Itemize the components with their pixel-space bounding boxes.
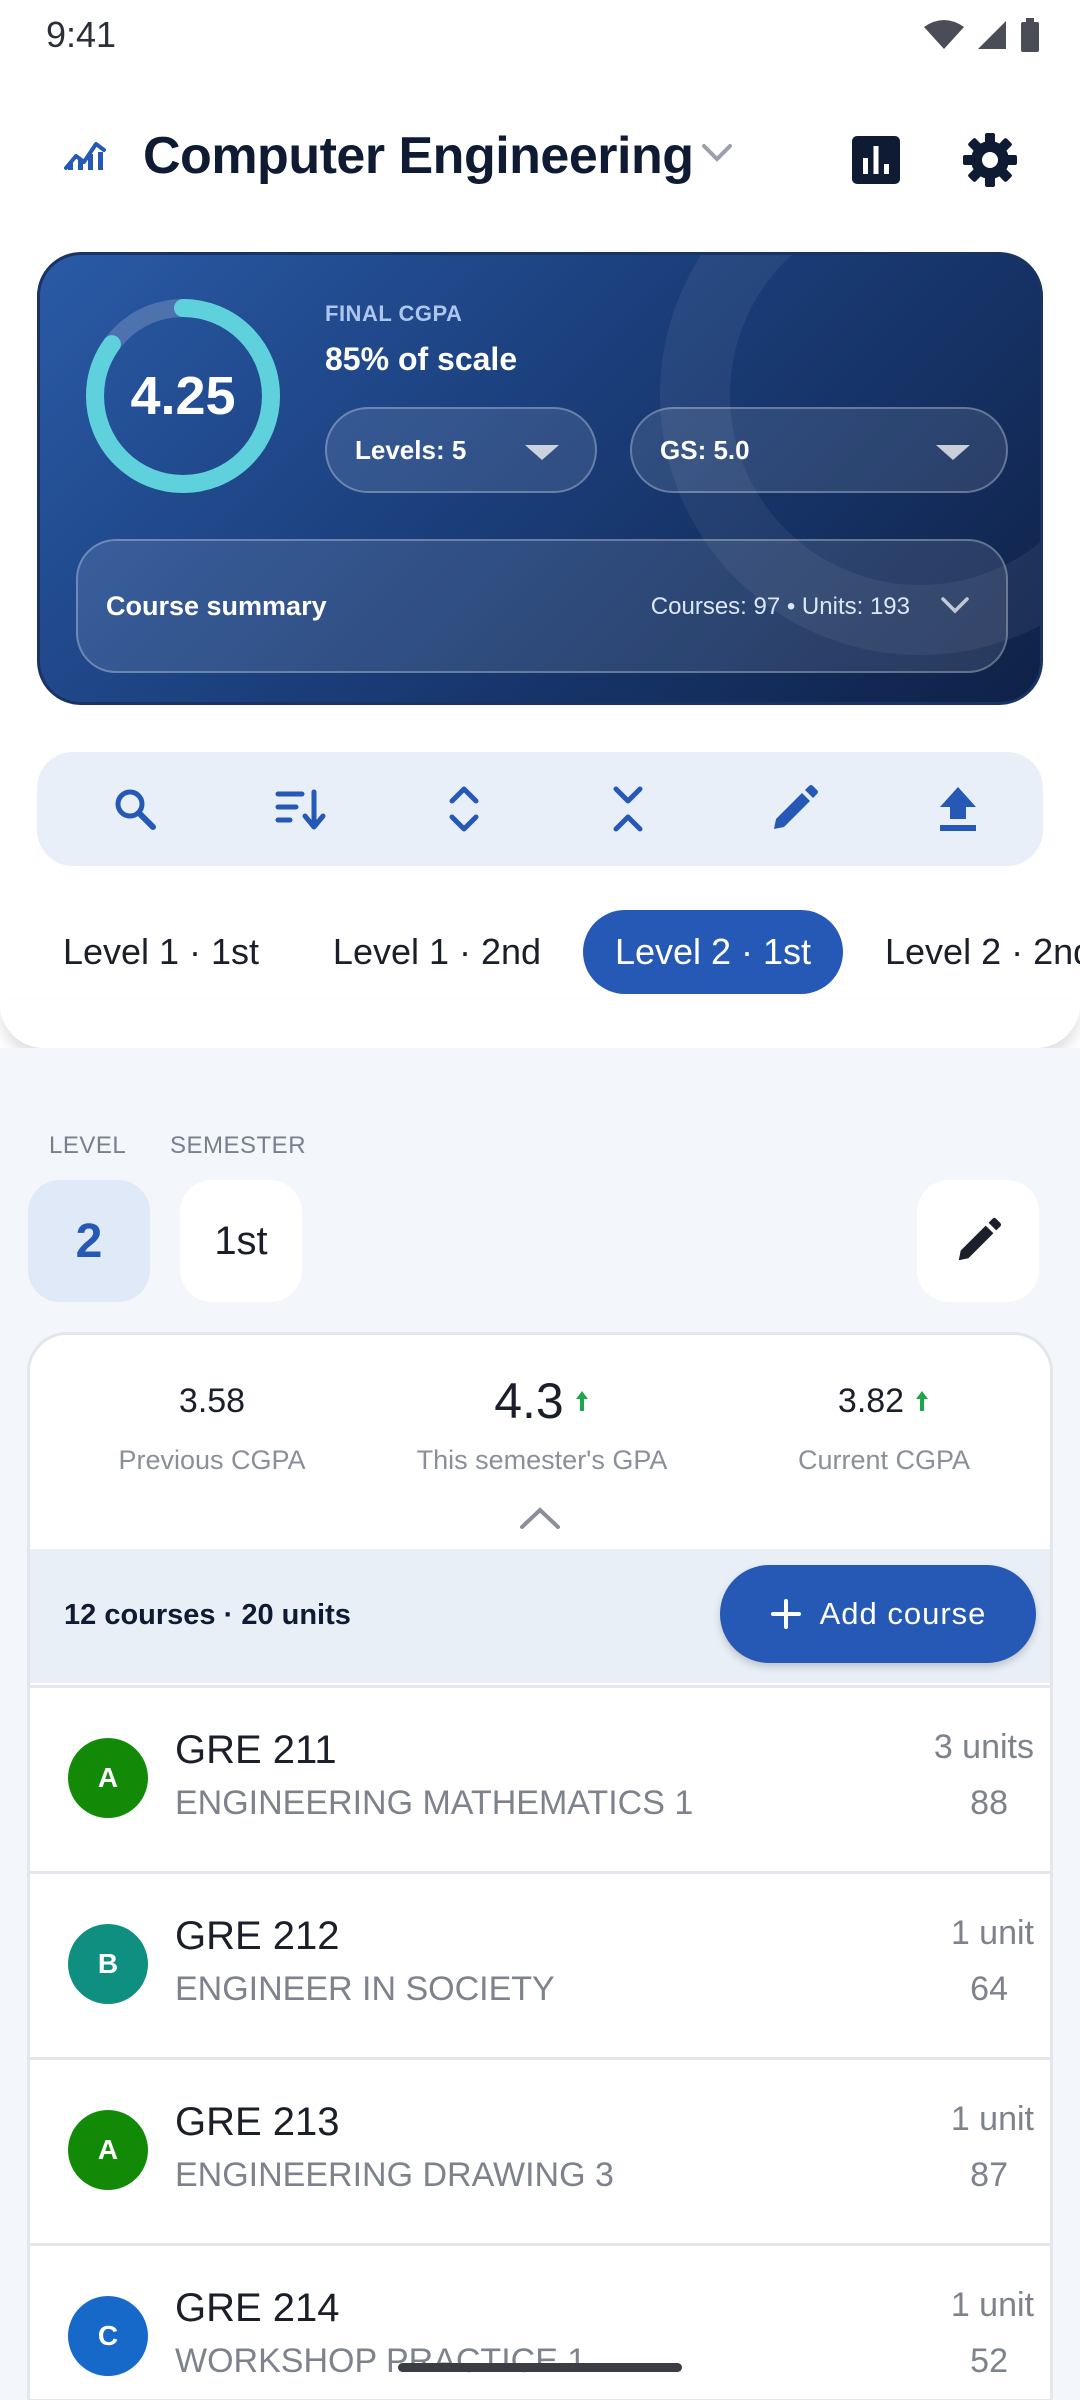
edit-button[interactable] (764, 779, 824, 839)
current-cgpa-value: 3.82 (838, 1361, 930, 1441)
course-units: 1 unit (950, 2100, 1034, 2138)
current-cgpa-label: Current CGPA (797, 1445, 971, 1475)
cgpa-summary-card: 4.25 FINAL CGPA 85% of scale Levels: 5 G… (37, 252, 1043, 705)
status-icons (924, 18, 1040, 52)
battery-icon (1021, 18, 1039, 52)
semester-label: SEMESTER (170, 1132, 307, 1159)
levels-dropdown-label: Levels: 5 (355, 434, 467, 465)
course-row[interactable]: B GRE 212 ENGINEER IN SOCIETY 1 unit 64 (30, 1871, 1050, 2053)
semester-gpa-value: 4.3 (494, 1361, 590, 1441)
tab-level-2-2nd[interactable]: Level 2 · 2nd (868, 910, 1080, 994)
level-selector[interactable]: 2 (28, 1180, 150, 1302)
course-units: 3 units (933, 1728, 1034, 1766)
course-units: 1 unit (950, 2286, 1034, 2324)
course-score: 88 (970, 1784, 1008, 1822)
course-row[interactable]: A GRE 213 ENGINEERING DRAWING 3 1 unit 8… (30, 2057, 1050, 2239)
chevron-down-icon[interactable] (700, 142, 734, 164)
course-name: ENGINEER IN SOCIETY (175, 1970, 555, 2008)
sort-button[interactable] (270, 779, 330, 839)
unfold-less-icon (613, 786, 643, 832)
semester-gpa-label: This semester's GPA (416, 1445, 668, 1475)
gear-icon (963, 133, 1017, 187)
export-button[interactable] (928, 779, 988, 839)
search-button[interactable] (105, 779, 165, 839)
collapse-all-button[interactable] (598, 779, 658, 839)
course-code: GRE 212 (175, 1914, 340, 1958)
course-score: 87 (970, 2156, 1008, 2194)
program-title[interactable]: Computer Engineering (143, 126, 694, 186)
current-cgpa-number: 3.82 (837, 1381, 905, 1420)
course-name: ENGINEERING MATHEMATICS 1 (175, 1784, 694, 1822)
levels-dropdown[interactable]: Levels: 5 (325, 407, 597, 493)
course-summary-expander[interactable]: Course summary Courses: 97 • Units: 193 (76, 539, 1008, 673)
previous-cgpa-label: Previous CGPA (118, 1445, 306, 1475)
add-course-label: Add course (819, 1596, 987, 1631)
course-code: GRE 214 (175, 2286, 340, 2330)
grade-badge: A (68, 2110, 148, 2190)
previous-cgpa-stat: 3.58 Previous CGPA (42, 1361, 382, 1476)
grading-system-label: GS: 5.0 (660, 434, 750, 465)
cgpa-value: 4.25 (130, 366, 236, 426)
search-icon (115, 789, 156, 830)
course-score: 52 (970, 2342, 1008, 2380)
dropdown-arrow-icon (936, 445, 970, 460)
trend-up-icon (916, 1391, 929, 1411)
cellular-icon (978, 21, 1006, 49)
course-name: WORKSHOP PRACTICE 1 (175, 2342, 587, 2380)
grade-badge: C (68, 2296, 148, 2376)
course-count-bar: 12 courses · 20 units Add course (30, 1549, 1050, 1683)
course-row[interactable]: A GRE 211 ENGINEERING MATHEMATICS 1 3 un… (30, 1685, 1050, 1867)
status-bar: 9:41 (0, 0, 1080, 70)
tabs-panel-edge (0, 1000, 1080, 1048)
chevron-up-icon[interactable] (518, 1505, 562, 1531)
semester-tabs: Level 1 · 1st Level 1 · 2nd Level 2 · 1s… (0, 910, 1080, 994)
trend-up-icon (575, 1391, 588, 1411)
semester-gpa-stat: 4.3 This semester's GPA (372, 1361, 712, 1476)
unfold-more-icon (449, 786, 479, 832)
home-indicator (398, 2363, 682, 2372)
pencil-icon (774, 785, 818, 829)
app-logo-icon (64, 142, 106, 170)
course-code: GRE 211 (175, 1728, 337, 1772)
chevron-down-icon (941, 597, 969, 614)
add-course-button[interactable]: Add course (720, 1565, 1036, 1663)
grading-system-dropdown[interactable]: GS: 5.0 (630, 407, 1008, 493)
final-cgpa-label: FINAL CGPA (325, 301, 463, 326)
upload-icon (940, 787, 976, 831)
sort-icon (275, 789, 326, 830)
tab-level-1-2nd[interactable]: Level 1 · 2nd (310, 910, 564, 994)
statistics-button[interactable] (846, 130, 906, 190)
course-score: 64 (970, 1970, 1008, 2008)
status-time: 9:41 (46, 14, 117, 55)
app-header: Computer Engineering (0, 110, 1080, 206)
tab-level-2-1st[interactable]: Level 2 · 1st (583, 910, 843, 994)
settings-button[interactable] (960, 130, 1020, 190)
expand-all-button[interactable] (434, 779, 494, 839)
course-code: GRE 213 (175, 2100, 340, 2144)
action-toolbar (37, 752, 1043, 866)
semester-gpa-number: 4.3 (494, 1373, 564, 1429)
course-units: 1 unit (950, 1914, 1034, 1952)
bar-chart-icon (852, 136, 900, 184)
course-count: 12 courses · 20 units (64, 1599, 351, 1631)
previous-cgpa-value: 3.58 (179, 1361, 245, 1441)
edit-semester-button[interactable] (917, 1180, 1039, 1302)
course-name: ENGINEERING DRAWING 3 (175, 2156, 614, 2194)
tab-level-1-1st[interactable]: Level 1 · 1st (30, 910, 292, 994)
pencil-icon (958, 1217, 1002, 1261)
semester-selector[interactable]: 1st (180, 1180, 302, 1302)
grade-badge: A (68, 1738, 148, 1818)
semester-gpa-card: 3.58 Previous CGPA 4.3 This semester's G… (27, 1332, 1053, 2400)
scale-percentage: 85% of scale (325, 341, 518, 377)
dropdown-arrow-icon (525, 445, 559, 460)
course-row[interactable]: C GRE 214 WORKSHOP PRACTICE 1 1 unit 52 (30, 2243, 1050, 2399)
plus-icon (770, 1599, 801, 1629)
course-summary-meta: Courses: 97 • Units: 193 (650, 593, 910, 620)
current-cgpa-stat: 3.82 Current CGPA (714, 1361, 1050, 1476)
level-label: LEVEL (49, 1132, 127, 1159)
wifi-icon (924, 20, 964, 49)
previous-cgpa-number: 3.58 (178, 1381, 246, 1420)
grade-badge: B (68, 1924, 148, 2004)
course-summary-title: Course summary (106, 591, 327, 621)
